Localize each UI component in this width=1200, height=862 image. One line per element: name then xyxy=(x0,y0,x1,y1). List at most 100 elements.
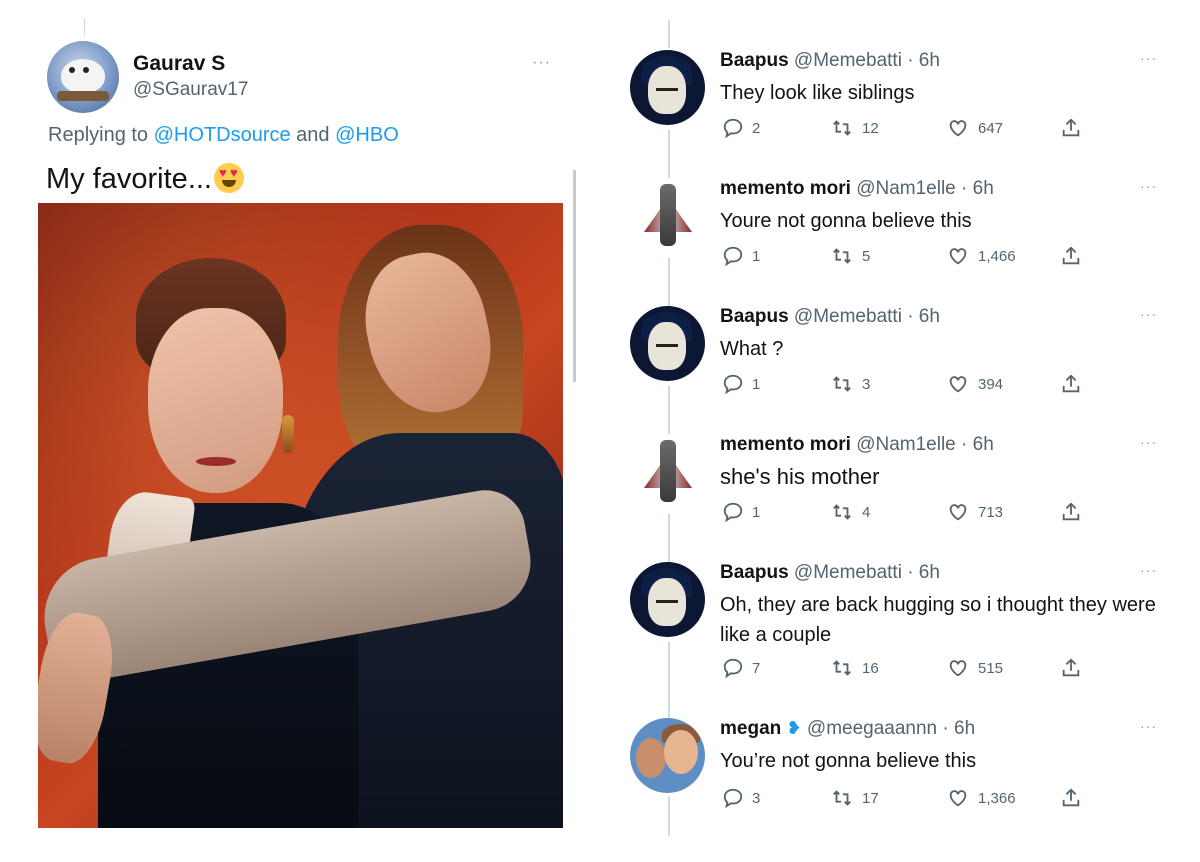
avatar[interactable] xyxy=(630,306,705,381)
reply-button[interactable]: 1 xyxy=(722,372,760,396)
butterfly-icon: ❥ xyxy=(786,718,802,738)
like-button[interactable]: 1,466 xyxy=(946,244,1016,268)
retweet-button[interactable]: 5 xyxy=(830,244,870,268)
woman-lips xyxy=(196,457,236,466)
reply-author-handle[interactable]: @Memebatti xyxy=(794,306,902,327)
share-button[interactable] xyxy=(1060,116,1082,140)
more-options-icon[interactable]: ··· xyxy=(1140,306,1157,322)
reply-tweet[interactable]: Baapus @Memebatti · 6h ··· Oh, they are … xyxy=(630,562,1160,692)
retweet-icon xyxy=(833,120,851,136)
reply-time[interactable]: · 6h xyxy=(956,434,994,455)
reply-author-name[interactable]: memento mori xyxy=(720,178,851,199)
share-icon xyxy=(1062,374,1080,393)
mention-hotdsource-link[interactable]: @HOTDsource xyxy=(154,124,291,146)
reply-header: Baapus @Memebatti · 6h xyxy=(720,50,940,72)
reply-author-name[interactable]: Baapus xyxy=(720,50,789,71)
reply-button[interactable]: 1 xyxy=(722,500,760,524)
reply-count: 7 xyxy=(752,659,761,677)
more-options-icon[interactable]: ··· xyxy=(1140,50,1157,66)
reply-time[interactable]: · 6h xyxy=(902,306,940,327)
avatar[interactable] xyxy=(630,50,705,125)
share-button[interactable] xyxy=(1060,244,1082,268)
avatar[interactable] xyxy=(630,562,705,637)
avatar[interactable] xyxy=(630,718,705,793)
like-button[interactable]: 647 xyxy=(946,116,1003,140)
reply-tweet[interactable]: Baapus @Memebatti · 6h ··· What ? 1 3 39… xyxy=(630,306,1160,406)
more-options-icon[interactable]: ··· xyxy=(1140,718,1157,734)
share-button[interactable] xyxy=(1060,656,1082,680)
reply-text: What ? xyxy=(720,338,784,360)
reply-author-name[interactable]: Baapus xyxy=(720,306,789,327)
reply-text: You’re not gonna believe this xyxy=(720,750,977,772)
woman-earring xyxy=(282,415,294,453)
reply-time[interactable]: · 6h xyxy=(902,50,940,71)
reply-tweet[interactable]: memento mori @Nam1elle · 6h ··· she's hi… xyxy=(630,434,1160,534)
retweet-count: 12 xyxy=(862,119,879,137)
mention-hbo-link[interactable]: @HBO xyxy=(335,124,399,146)
more-options-icon[interactable]: ··· xyxy=(1140,434,1157,450)
reply-actions: 1 4 713 xyxy=(722,500,1102,524)
retweet-button[interactable]: 16 xyxy=(830,656,879,680)
more-options-icon[interactable]: ··· xyxy=(1140,178,1157,194)
reply-tweet[interactable]: megan ❥ @meegaaannn · 6h ··· You’re not … xyxy=(630,718,1160,818)
reply-author-handle[interactable]: @meegaaannn xyxy=(807,718,937,739)
avatar[interactable] xyxy=(630,178,705,253)
retweet-icon xyxy=(833,504,851,520)
share-button[interactable] xyxy=(1060,500,1082,524)
retweet-button[interactable]: 17 xyxy=(830,786,879,810)
like-count: 1,466 xyxy=(978,247,1016,265)
heart-icon xyxy=(949,376,967,393)
tweet-photo[interactable] xyxy=(38,203,563,828)
reply-tweet[interactable]: memento mori @Nam1elle · 6h ··· Youre no… xyxy=(630,178,1160,278)
heart-icon xyxy=(949,248,967,265)
author-name[interactable]: Gaurav S xyxy=(133,52,225,76)
reply-author-handle[interactable]: @Nam1elle xyxy=(856,434,956,455)
like-button[interactable]: 713 xyxy=(946,500,1003,524)
reply-header: Baapus @Memebatti · 6h xyxy=(720,306,940,328)
retweet-button[interactable]: 12 xyxy=(830,116,879,140)
more-options-icon[interactable]: ··· xyxy=(532,54,551,72)
reply-header: memento mori @Nam1elle · 6h xyxy=(720,178,994,200)
comment-icon xyxy=(723,788,743,809)
reply-author-handle[interactable]: @Nam1elle xyxy=(856,178,956,199)
heart-icon xyxy=(949,120,967,137)
reply-time[interactable]: · 6h xyxy=(956,178,994,199)
reply-button[interactable]: 2 xyxy=(722,116,760,140)
retweet-button[interactable]: 4 xyxy=(830,500,870,524)
like-button[interactable]: 515 xyxy=(946,656,1003,680)
reply-text: Oh, they are back hugging so i thought t… xyxy=(720,594,1156,646)
author-handle[interactable]: @SGaurav17 xyxy=(133,79,248,101)
original-tweet: Gaurav S @SGaurav17 ··· Replying to @HOT… xyxy=(0,0,600,862)
retweet-count: 5 xyxy=(862,247,871,265)
reply-button[interactable]: 7 xyxy=(722,656,760,680)
reply-time[interactable]: · 6h xyxy=(902,562,940,583)
reply-author-handle[interactable]: @Memebatti xyxy=(794,50,902,71)
reply-button[interactable]: 3 xyxy=(722,786,760,810)
reply-author-name[interactable]: megan xyxy=(720,718,781,739)
reply-text: Youre not gonna believe this xyxy=(720,210,972,232)
comment-icon xyxy=(723,246,743,267)
reply-time[interactable]: · 6h xyxy=(937,718,975,739)
author-avatar[interactable] xyxy=(47,41,119,113)
comment-icon xyxy=(723,374,743,395)
reply-actions: 1 5 1,466 xyxy=(722,244,1102,268)
reply-tweet[interactable]: Baapus @Memebatti · 6h ··· They look lik… xyxy=(630,50,1160,150)
replying-to-line: Replying to @HOTDsource and @HBO xyxy=(48,124,399,147)
reply-author-name[interactable]: Baapus xyxy=(720,562,789,583)
replying-joiner: and xyxy=(290,124,336,146)
avatar[interactable] xyxy=(630,434,705,509)
like-button[interactable]: 1,366 xyxy=(946,786,1016,810)
like-button[interactable]: 394 xyxy=(946,372,1003,396)
retweet-count: 16 xyxy=(862,659,879,677)
reply-button[interactable]: 1 xyxy=(722,244,760,268)
more-options-icon[interactable]: ··· xyxy=(1140,562,1157,578)
scrollbar[interactable] xyxy=(573,170,576,382)
reply-author-handle[interactable]: @Memebatti xyxy=(794,562,902,583)
retweet-button[interactable]: 3 xyxy=(830,372,870,396)
like-count: 394 xyxy=(978,375,1004,393)
reply-author-name[interactable]: memento mori xyxy=(720,434,851,455)
like-count: 647 xyxy=(978,119,1004,137)
share-button[interactable] xyxy=(1060,372,1082,396)
tweet-text: My favorite... xyxy=(46,163,244,196)
share-button[interactable] xyxy=(1060,786,1082,810)
